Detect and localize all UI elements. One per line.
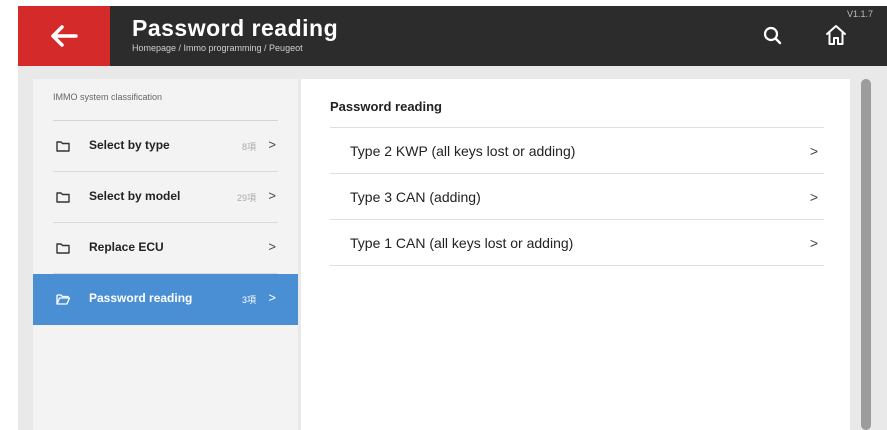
- arrow-left-icon: [51, 25, 78, 47]
- sidebar-item-label: Replace ECU: [89, 240, 164, 254]
- back-button[interactable]: [18, 6, 110, 66]
- list-item[interactable]: Type 1 CAN (all keys lost or adding) >: [330, 220, 824, 266]
- sidebar-item-label: Select by type: [89, 138, 170, 152]
- home-icon[interactable]: [823, 22, 849, 48]
- chevron-right-icon: >: [268, 188, 276, 203]
- item-count: 8項: [241, 142, 256, 152]
- sidebar-item-password-reading[interactable]: Password reading 3項 >: [33, 274, 298, 325]
- list-item-label: Type 2 KWP (all keys lost or adding): [350, 143, 576, 159]
- search-icon[interactable]: [761, 24, 785, 48]
- scrollbar[interactable]: [861, 79, 871, 430]
- page-title: Password reading: [132, 15, 339, 41]
- list-item[interactable]: Type 2 KWP (all keys lost or adding) >: [330, 128, 824, 174]
- chevron-right-icon: >: [809, 189, 818, 205]
- chevron-right-icon: >: [809, 143, 818, 159]
- sidebar: IMMO system classification Select by typ…: [33, 79, 298, 430]
- version-label: V1.1.7: [847, 9, 874, 19]
- chevron-right-icon: >: [809, 235, 818, 251]
- sidebar-heading: IMMO system classification: [53, 79, 278, 121]
- content-panel: Password reading Type 2 KWP (all keys lo…: [301, 79, 850, 430]
- folder-icon: [56, 141, 70, 152]
- sidebar-item-replace-ecu[interactable]: Replace ECU >: [33, 223, 298, 274]
- sidebar-item-select-by-type[interactable]: Select by type 8項 >: [33, 121, 298, 172]
- sidebar-item-select-by-model[interactable]: Select by model 29項 >: [33, 172, 298, 223]
- item-count: 3項: [241, 295, 256, 305]
- title-block: Password reading Homepage / Immo program…: [132, 15, 338, 54]
- app-window: Password reading Homepage / Immo program…: [18, 6, 887, 430]
- chevron-right-icon: >: [268, 290, 276, 305]
- list-item-label: Type 3 CAN (adding): [350, 189, 481, 205]
- folder-icon: [56, 192, 70, 203]
- breadcrumb: Homepage / Immo programming / Peugeot: [132, 43, 303, 53]
- list-item-label: Type 1 CAN (all keys lost or adding): [350, 235, 574, 251]
- folder-icon: [56, 243, 70, 254]
- list-item[interactable]: Type 3 CAN (adding) >: [330, 174, 824, 220]
- scrollbar-thumb[interactable]: [861, 79, 871, 430]
- chevron-right-icon: >: [268, 239, 276, 254]
- section-title: Password reading: [330, 99, 442, 114]
- sidebar-item-label: Select by model: [89, 189, 181, 203]
- top-bar: Password reading Homepage / Immo program…: [18, 6, 887, 66]
- chevron-right-icon: >: [268, 137, 276, 152]
- function-list: Type 2 KWP (all keys lost or adding) > T…: [330, 127, 824, 266]
- sidebar-item-label: Password reading: [89, 291, 193, 305]
- folder-open-icon: [56, 294, 70, 305]
- item-count: 29項: [236, 193, 256, 203]
